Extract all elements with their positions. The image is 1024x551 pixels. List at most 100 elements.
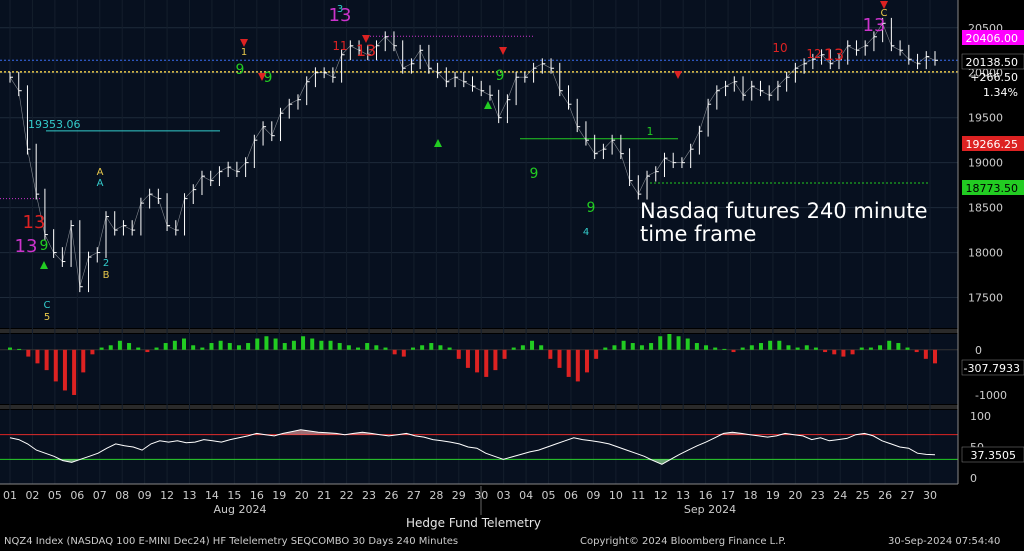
macd-bar — [328, 340, 333, 350]
x-tick-label: 18 — [743, 489, 757, 502]
macd-bar — [804, 345, 809, 350]
macd-bar — [319, 340, 324, 350]
x-tick-label: 26 — [384, 489, 398, 502]
macd-bar — [823, 349, 828, 353]
macd-bar — [136, 347, 141, 350]
macd-bar — [584, 349, 589, 373]
macd-bar — [530, 340, 535, 350]
macd-bar — [621, 340, 626, 350]
macd-bar — [475, 349, 480, 373]
macd-bar — [484, 349, 489, 377]
macd-bar — [291, 340, 296, 350]
macd-bar — [639, 345, 644, 350]
macd-bar — [310, 338, 315, 350]
macd-tick-label: 0 — [975, 344, 982, 357]
macd-bar — [227, 343, 232, 350]
x-tick-label: 26 — [878, 489, 892, 502]
macd-tick-label: -1000 — [975, 389, 1007, 402]
x-tick-label: 05 — [48, 489, 62, 502]
macd-bar — [456, 349, 461, 359]
macd-bar — [557, 349, 562, 368]
price-tick-label: 19000 — [968, 157, 1003, 170]
x-tick-label: 24 — [833, 489, 847, 502]
macd-bar — [768, 340, 773, 350]
setup-count-label: 9 — [236, 62, 245, 78]
macd-bar — [520, 345, 525, 350]
macd-bar — [923, 349, 928, 359]
rsi-last-value: 37.3505 — [971, 449, 1017, 462]
macd-bar — [420, 345, 425, 350]
macd-bar — [218, 340, 223, 350]
macd-bar — [356, 347, 361, 350]
macd-bar — [301, 336, 306, 350]
panel-separator-1 — [0, 329, 958, 333]
footer-left: NQZ4 Index (NASDAQ 100 E-MINI Dec24) HF … — [4, 536, 459, 547]
macd-bar — [704, 345, 709, 350]
macd-bar — [612, 345, 617, 350]
macd-bar — [81, 349, 86, 373]
footer-right: 30-Sep-2024 07:54:40 — [888, 536, 1001, 547]
macd-bar — [749, 345, 754, 350]
x-tick-label: 19 — [272, 489, 286, 502]
rsi-tick-label: 100 — [970, 410, 991, 423]
macd-bar — [777, 340, 782, 350]
x-tick-label: 08 — [115, 489, 129, 502]
macd-bar — [127, 343, 132, 350]
macd-bar — [172, 340, 177, 350]
x-tick-label: 01 — [3, 489, 17, 502]
macd-bar — [813, 347, 818, 350]
macd-bar — [392, 349, 397, 355]
macd-bar — [933, 349, 937, 364]
macd-bar — [99, 347, 104, 350]
macd-bar — [108, 345, 113, 350]
macd-bar — [273, 338, 278, 350]
setup-count-label: 13 — [23, 212, 46, 233]
x-tick-label: 22 — [340, 489, 354, 502]
macd-bar — [685, 338, 690, 350]
macd-bar — [465, 349, 470, 368]
x-tick-label: 04 — [519, 489, 533, 502]
macd-bar — [17, 348, 22, 350]
rsi-tick-label: 0 — [970, 472, 977, 485]
x-tick-label: 16 — [699, 489, 713, 502]
price-label-text: +266.50 — [970, 71, 1018, 84]
macd-bar — [548, 349, 553, 359]
setup-count-label: 13 — [15, 236, 38, 257]
annotation-line1: Nasdaq futures 240 minute — [640, 199, 928, 223]
macd-bar — [35, 349, 40, 364]
setup-count-label: 5 — [44, 312, 50, 323]
x-tick-label: 02 — [25, 489, 39, 502]
setup-count-label: 11 — [332, 39, 347, 53]
macd-bar — [145, 349, 150, 353]
price-label-text: 18773.50 — [966, 182, 1019, 195]
setup-count-label: 13 — [356, 41, 376, 60]
setup-count-label: C — [881, 8, 888, 19]
macd-bar — [722, 348, 727, 350]
macd-bar — [676, 336, 681, 350]
x-tick-label: 21 — [317, 489, 331, 502]
macd-bar — [658, 336, 663, 350]
macd-bar — [264, 336, 269, 350]
price-label-text: 1.34% — [983, 86, 1018, 99]
month-label: Sep 2024 — [684, 503, 736, 516]
chart-area: 1750018000185001900019500200002050001 02 0… — [0, 0, 1024, 551]
macd-bar — [859, 347, 864, 350]
macd-bar — [410, 347, 415, 350]
month-label: Aug 2024 — [214, 503, 267, 516]
price-tick-label: 19500 — [968, 112, 1003, 125]
macd-bar — [758, 343, 763, 350]
setup-count-label: 4 — [583, 227, 589, 238]
macd-bar — [337, 343, 342, 350]
setup-count-label: B — [103, 270, 110, 281]
setup-count-label: A — [97, 167, 104, 178]
macd-bar — [26, 349, 31, 357]
x-tick-label: 12 — [654, 489, 668, 502]
macd-bar — [887, 340, 892, 350]
x-tick-label: 19 — [766, 489, 780, 502]
x-tick-label: 23 — [362, 489, 376, 502]
macd-bar — [53, 349, 58, 382]
macd-bar — [255, 338, 260, 350]
price-label-text: 19266.25 — [966, 138, 1019, 151]
macd-bar — [566, 349, 571, 377]
macd-bar — [832, 349, 837, 355]
